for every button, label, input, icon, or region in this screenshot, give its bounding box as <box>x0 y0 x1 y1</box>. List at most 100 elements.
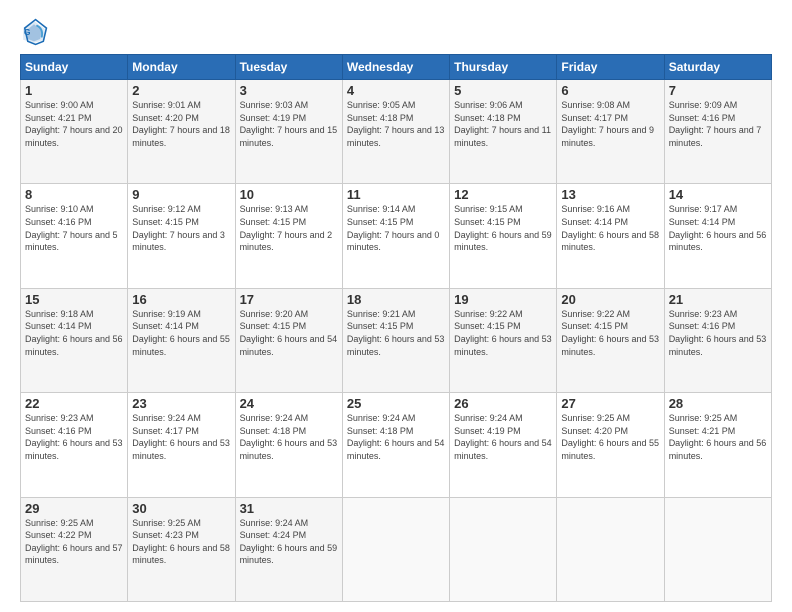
day-number: 31 <box>240 501 338 516</box>
day-info: Sunrise: 9:06 AMSunset: 4:18 PMDaylight:… <box>454 99 552 149</box>
day-cell <box>450 497 557 601</box>
day-number: 12 <box>454 187 552 202</box>
day-info: Sunrise: 9:24 AMSunset: 4:18 PMDaylight:… <box>347 412 445 462</box>
day-info: Sunrise: 9:16 AMSunset: 4:14 PMDaylight:… <box>561 203 659 253</box>
day-cell: 31Sunrise: 9:24 AMSunset: 4:24 PMDayligh… <box>235 497 342 601</box>
calendar-page: G SundayMondayTuesdayWednesdayThursdayFr… <box>0 0 792 612</box>
day-info: Sunrise: 9:00 AMSunset: 4:21 PMDaylight:… <box>25 99 123 149</box>
day-number: 17 <box>240 292 338 307</box>
day-number: 10 <box>240 187 338 202</box>
weekday-header-monday: Monday <box>128 55 235 80</box>
day-info: Sunrise: 9:22 AMSunset: 4:15 PMDaylight:… <box>454 308 552 358</box>
day-cell: 5Sunrise: 9:06 AMSunset: 4:18 PMDaylight… <box>450 80 557 184</box>
day-cell: 23Sunrise: 9:24 AMSunset: 4:17 PMDayligh… <box>128 393 235 497</box>
day-cell <box>342 497 449 601</box>
weekday-header-friday: Friday <box>557 55 664 80</box>
day-number: 18 <box>347 292 445 307</box>
day-number: 7 <box>669 83 767 98</box>
day-number: 30 <box>132 501 230 516</box>
day-cell: 2Sunrise: 9:01 AMSunset: 4:20 PMDaylight… <box>128 80 235 184</box>
day-cell: 13Sunrise: 9:16 AMSunset: 4:14 PMDayligh… <box>557 184 664 288</box>
day-cell: 22Sunrise: 9:23 AMSunset: 4:16 PMDayligh… <box>21 393 128 497</box>
day-number: 19 <box>454 292 552 307</box>
day-info: Sunrise: 9:25 AMSunset: 4:22 PMDaylight:… <box>25 517 123 567</box>
day-cell: 28Sunrise: 9:25 AMSunset: 4:21 PMDayligh… <box>664 393 771 497</box>
logo-icon: G <box>20 18 48 46</box>
day-info: Sunrise: 9:25 AMSunset: 4:21 PMDaylight:… <box>669 412 767 462</box>
day-cell: 6Sunrise: 9:08 AMSunset: 4:17 PMDaylight… <box>557 80 664 184</box>
day-info: Sunrise: 9:20 AMSunset: 4:15 PMDaylight:… <box>240 308 338 358</box>
day-cell: 9Sunrise: 9:12 AMSunset: 4:15 PMDaylight… <box>128 184 235 288</box>
day-cell: 19Sunrise: 9:22 AMSunset: 4:15 PMDayligh… <box>450 288 557 392</box>
day-number: 28 <box>669 396 767 411</box>
day-number: 16 <box>132 292 230 307</box>
calendar-table: SundayMondayTuesdayWednesdayThursdayFrid… <box>20 54 772 602</box>
day-info: Sunrise: 9:09 AMSunset: 4:16 PMDaylight:… <box>669 99 767 149</box>
day-info: Sunrise: 9:25 AMSunset: 4:23 PMDaylight:… <box>132 517 230 567</box>
day-number: 21 <box>669 292 767 307</box>
day-cell: 14Sunrise: 9:17 AMSunset: 4:14 PMDayligh… <box>664 184 771 288</box>
day-cell: 3Sunrise: 9:03 AMSunset: 4:19 PMDaylight… <box>235 80 342 184</box>
header: G <box>20 18 772 46</box>
weekday-header-wednesday: Wednesday <box>342 55 449 80</box>
day-number: 20 <box>561 292 659 307</box>
day-cell: 8Sunrise: 9:10 AMSunset: 4:16 PMDaylight… <box>21 184 128 288</box>
day-number: 3 <box>240 83 338 98</box>
day-cell: 20Sunrise: 9:22 AMSunset: 4:15 PMDayligh… <box>557 288 664 392</box>
day-number: 6 <box>561 83 659 98</box>
day-number: 13 <box>561 187 659 202</box>
day-info: Sunrise: 9:22 AMSunset: 4:15 PMDaylight:… <box>561 308 659 358</box>
weekday-header-row: SundayMondayTuesdayWednesdayThursdayFrid… <box>21 55 772 80</box>
weekday-header-saturday: Saturday <box>664 55 771 80</box>
day-number: 9 <box>132 187 230 202</box>
day-cell: 1Sunrise: 9:00 AMSunset: 4:21 PMDaylight… <box>21 80 128 184</box>
day-info: Sunrise: 9:14 AMSunset: 4:15 PMDaylight:… <box>347 203 445 253</box>
day-number: 2 <box>132 83 230 98</box>
logo: G <box>20 18 52 46</box>
day-number: 4 <box>347 83 445 98</box>
day-info: Sunrise: 9:18 AMSunset: 4:14 PMDaylight:… <box>25 308 123 358</box>
day-number: 11 <box>347 187 445 202</box>
day-info: Sunrise: 9:23 AMSunset: 4:16 PMDaylight:… <box>25 412 123 462</box>
day-cell <box>664 497 771 601</box>
week-row-2: 8Sunrise: 9:10 AMSunset: 4:16 PMDaylight… <box>21 184 772 288</box>
week-row-4: 22Sunrise: 9:23 AMSunset: 4:16 PMDayligh… <box>21 393 772 497</box>
day-number: 8 <box>25 187 123 202</box>
day-info: Sunrise: 9:01 AMSunset: 4:20 PMDaylight:… <box>132 99 230 149</box>
weekday-header-thursday: Thursday <box>450 55 557 80</box>
day-info: Sunrise: 9:23 AMSunset: 4:16 PMDaylight:… <box>669 308 767 358</box>
week-row-3: 15Sunrise: 9:18 AMSunset: 4:14 PMDayligh… <box>21 288 772 392</box>
day-info: Sunrise: 9:19 AMSunset: 4:14 PMDaylight:… <box>132 308 230 358</box>
day-cell: 16Sunrise: 9:19 AMSunset: 4:14 PMDayligh… <box>128 288 235 392</box>
svg-text:G: G <box>24 27 31 37</box>
day-cell: 10Sunrise: 9:13 AMSunset: 4:15 PMDayligh… <box>235 184 342 288</box>
day-number: 24 <box>240 396 338 411</box>
day-number: 25 <box>347 396 445 411</box>
day-info: Sunrise: 9:10 AMSunset: 4:16 PMDaylight:… <box>25 203 123 253</box>
day-cell <box>557 497 664 601</box>
day-cell: 30Sunrise: 9:25 AMSunset: 4:23 PMDayligh… <box>128 497 235 601</box>
day-info: Sunrise: 9:13 AMSunset: 4:15 PMDaylight:… <box>240 203 338 253</box>
day-info: Sunrise: 9:21 AMSunset: 4:15 PMDaylight:… <box>347 308 445 358</box>
day-info: Sunrise: 9:12 AMSunset: 4:15 PMDaylight:… <box>132 203 230 253</box>
day-cell: 26Sunrise: 9:24 AMSunset: 4:19 PMDayligh… <box>450 393 557 497</box>
day-cell: 27Sunrise: 9:25 AMSunset: 4:20 PMDayligh… <box>557 393 664 497</box>
day-cell: 15Sunrise: 9:18 AMSunset: 4:14 PMDayligh… <box>21 288 128 392</box>
day-cell: 24Sunrise: 9:24 AMSunset: 4:18 PMDayligh… <box>235 393 342 497</box>
day-cell: 17Sunrise: 9:20 AMSunset: 4:15 PMDayligh… <box>235 288 342 392</box>
week-row-5: 29Sunrise: 9:25 AMSunset: 4:22 PMDayligh… <box>21 497 772 601</box>
day-cell: 21Sunrise: 9:23 AMSunset: 4:16 PMDayligh… <box>664 288 771 392</box>
day-number: 1 <box>25 83 123 98</box>
day-number: 22 <box>25 396 123 411</box>
day-number: 27 <box>561 396 659 411</box>
weekday-header-tuesday: Tuesday <box>235 55 342 80</box>
weekday-header-sunday: Sunday <box>21 55 128 80</box>
day-info: Sunrise: 9:17 AMSunset: 4:14 PMDaylight:… <box>669 203 767 253</box>
day-info: Sunrise: 9:24 AMSunset: 4:19 PMDaylight:… <box>454 412 552 462</box>
day-cell: 11Sunrise: 9:14 AMSunset: 4:15 PMDayligh… <box>342 184 449 288</box>
day-info: Sunrise: 9:24 AMSunset: 4:24 PMDaylight:… <box>240 517 338 567</box>
day-info: Sunrise: 9:03 AMSunset: 4:19 PMDaylight:… <box>240 99 338 149</box>
day-info: Sunrise: 9:05 AMSunset: 4:18 PMDaylight:… <box>347 99 445 149</box>
week-row-1: 1Sunrise: 9:00 AMSunset: 4:21 PMDaylight… <box>21 80 772 184</box>
day-cell: 25Sunrise: 9:24 AMSunset: 4:18 PMDayligh… <box>342 393 449 497</box>
